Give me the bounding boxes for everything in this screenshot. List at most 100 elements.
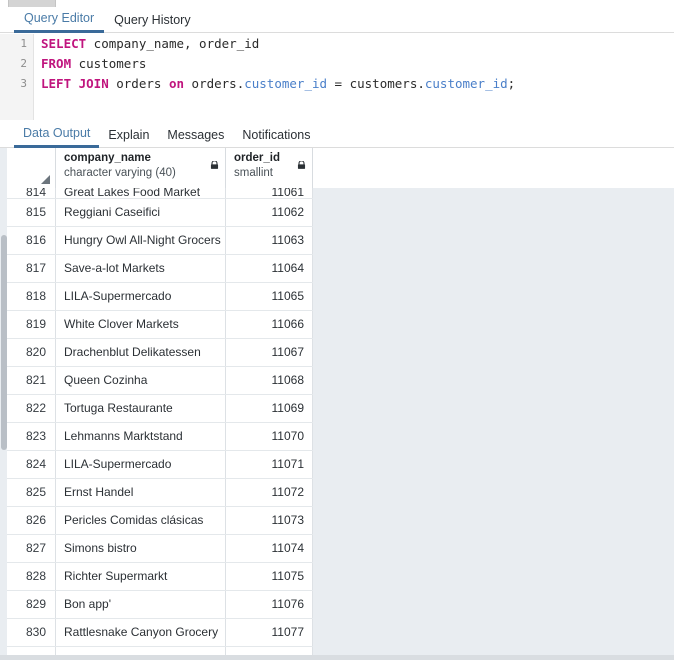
grid-select-all-corner[interactable] [7, 148, 56, 188]
row-number-cell[interactable]: 814 [7, 188, 56, 198]
cell-company-name[interactable]: Pericles Comidas clásicas [56, 507, 226, 534]
row-number-cell[interactable]: 827 [7, 535, 56, 562]
row-number-cell[interactable]: 819 [7, 311, 56, 338]
sql-editor[interactable]: 1 2 3 SELECT company_name, order_id FROM… [0, 34, 674, 120]
vertical-scrollbar-track[interactable] [0, 148, 7, 660]
row-number-cell[interactable]: 826 [7, 507, 56, 534]
outer-tab-strip [0, 0, 674, 7]
cell-company-name[interactable]: Ernst Handel [56, 479, 226, 506]
corner-triangle-icon [41, 175, 50, 184]
row-number-cell[interactable]: 816 [7, 227, 56, 254]
row-number-cell[interactable]: 824 [7, 451, 56, 478]
sql-token: = customers. [327, 76, 425, 91]
cell-company-name[interactable]: Lehmanns Marktstand [56, 423, 226, 450]
column-header-company-name[interactable]: company_name character varying (40) [56, 148, 226, 188]
table-row[interactable]: 830 Rattlesnake Canyon Grocery 11077 [7, 619, 313, 647]
cell-order-id[interactable]: 11071 [226, 451, 313, 478]
row-number-cell[interactable]: 823 [7, 423, 56, 450]
cell-order-id[interactable]: 11068 [226, 367, 313, 394]
cell-company-name[interactable]: Save-a-lot Markets [56, 255, 226, 282]
outer-tab-stub[interactable] [8, 0, 56, 7]
tab-explain-label: Explain [108, 128, 150, 142]
cell-company-name[interactable]: Queen Cozinha [56, 367, 226, 394]
row-number-cell[interactable]: 815 [7, 199, 56, 226]
cell-order-id[interactable]: 11069 [226, 395, 313, 422]
table-row[interactable]: 816 Hungry Owl All-Night Grocers 11063 [7, 227, 313, 255]
sql-token: customers [71, 56, 147, 71]
cell-company-name[interactable]: Hungry Owl All-Night Grocers [56, 227, 226, 254]
table-row[interactable]: 824 LILA-Supermercado 11071 [7, 451, 313, 479]
vertical-scrollbar-thumb[interactable] [1, 235, 7, 450]
row-number-cell[interactable]: 818 [7, 283, 56, 310]
cell-company-name[interactable]: Rattlesnake Canyon Grocery [56, 619, 226, 646]
data-output-grid: company_name character varying (40) orde… [0, 148, 674, 660]
table-row[interactable]: 822 Tortuga Restaurante 11069 [7, 395, 313, 423]
bottom-strip [0, 655, 674, 660]
cell-order-id[interactable]: 11075 [226, 563, 313, 590]
cell-company-name[interactable]: Richter Supermarkt [56, 563, 226, 590]
row-number-cell[interactable]: 821 [7, 367, 56, 394]
row-number-cell[interactable]: 822 [7, 395, 56, 422]
table-row[interactable]: 815 Reggiani Caseifici 11062 [7, 199, 313, 227]
cell-order-id[interactable]: 11064 [226, 255, 313, 282]
table-row[interactable]: 829 Bon app' 11076 [7, 591, 313, 619]
cell-order-id[interactable]: 11076 [226, 591, 313, 618]
cell-company-name[interactable]: LILA-Supermercado [56, 283, 226, 310]
cell-order-id[interactable]: 11073 [226, 507, 313, 534]
cell-company-name[interactable]: Simons bistro [56, 535, 226, 562]
cell-order-id[interactable]: 11072 [226, 479, 313, 506]
cell-order-id[interactable]: 11067 [226, 339, 313, 366]
cell-company-name[interactable]: Bon app' [56, 591, 226, 618]
row-number-cell[interactable]: 820 [7, 339, 56, 366]
sql-code-area[interactable]: SELECT company_name, order_id FROM custo… [41, 34, 671, 94]
cell-company-name[interactable]: Drachenblut Delikatessen [56, 339, 226, 366]
cell-order-id[interactable]: 11077 [226, 619, 313, 646]
cell-company-name[interactable]: White Clover Markets [56, 311, 226, 338]
sql-token: customer_id [244, 76, 328, 91]
table-row[interactable]: 820 Drachenblut Delikatessen 11067 [7, 339, 313, 367]
table-row[interactable]: 826 Pericles Comidas clásicas 11073 [7, 507, 313, 535]
cell-company-name[interactable]: Great Lakes Food Market [56, 188, 226, 198]
row-number-cell[interactable]: 830 [7, 619, 56, 646]
line-number: 1 [20, 37, 27, 50]
table-row[interactable]: 814 Great Lakes Food Market 11061 [7, 188, 313, 199]
cell-company-name[interactable]: LILA-Supermercado [56, 451, 226, 478]
sql-token: LEFT JOIN [41, 76, 109, 91]
table-row[interactable]: 823 Lehmanns Marktstand 11070 [7, 423, 313, 451]
cell-order-id[interactable]: 11061 [226, 188, 313, 198]
table-row[interactable]: 819 White Clover Markets 11066 [7, 311, 313, 339]
cell-company-name[interactable]: Reggiani Caseifici [56, 199, 226, 226]
tab-messages[interactable]: Messages [158, 128, 233, 147]
lock-icon [297, 161, 306, 169]
cell-order-id[interactable]: 11062 [226, 199, 313, 226]
cell-order-id[interactable]: 11065 [226, 283, 313, 310]
row-number-cell[interactable]: 825 [7, 479, 56, 506]
table-row[interactable]: 827 Simons bistro 11074 [7, 535, 313, 563]
tab-data-output[interactable]: Data Output [14, 126, 100, 148]
row-number-cell[interactable]: 829 [7, 591, 56, 618]
table-row[interactable]: 821 Queen Cozinha 11068 [7, 367, 313, 395]
cell-order-id[interactable]: 11063 [226, 227, 313, 254]
tab-explain[interactable]: Explain [99, 128, 158, 147]
table-row[interactable]: 818 LILA-Supermercado 11065 [7, 283, 313, 311]
tab-query-history[interactable]: Query History [104, 13, 200, 32]
table-row[interactable]: 825 Ernst Handel 11072 [7, 479, 313, 507]
tab-query-editor-label: Query Editor [24, 11, 95, 25]
column-header-type: smallint [234, 167, 273, 179]
table-row[interactable]: 817 Save-a-lot Markets 11064 [7, 255, 313, 283]
cell-order-id[interactable]: 11070 [226, 423, 313, 450]
cell-company-name[interactable]: Tortuga Restaurante [56, 395, 226, 422]
sql-line-number-gutter: 1 2 3 [0, 34, 34, 120]
grid-header-filler [313, 148, 674, 188]
row-number-cell[interactable]: 828 [7, 563, 56, 590]
cell-order-id[interactable]: 11074 [226, 535, 313, 562]
tab-notifications-label: Notifications [242, 128, 311, 142]
table-row[interactable]: 828 Richter Supermarkt 11075 [7, 563, 313, 591]
tab-data-output-label: Data Output [23, 126, 91, 140]
tab-query-editor[interactable]: Query Editor [14, 11, 105, 33]
column-header-order-id[interactable]: order_id smallint [226, 148, 313, 188]
cell-order-id[interactable]: 11066 [226, 311, 313, 338]
column-header-name: order_id [234, 152, 281, 164]
row-number-cell[interactable]: 817 [7, 255, 56, 282]
tab-notifications[interactable]: Notifications [233, 128, 319, 147]
